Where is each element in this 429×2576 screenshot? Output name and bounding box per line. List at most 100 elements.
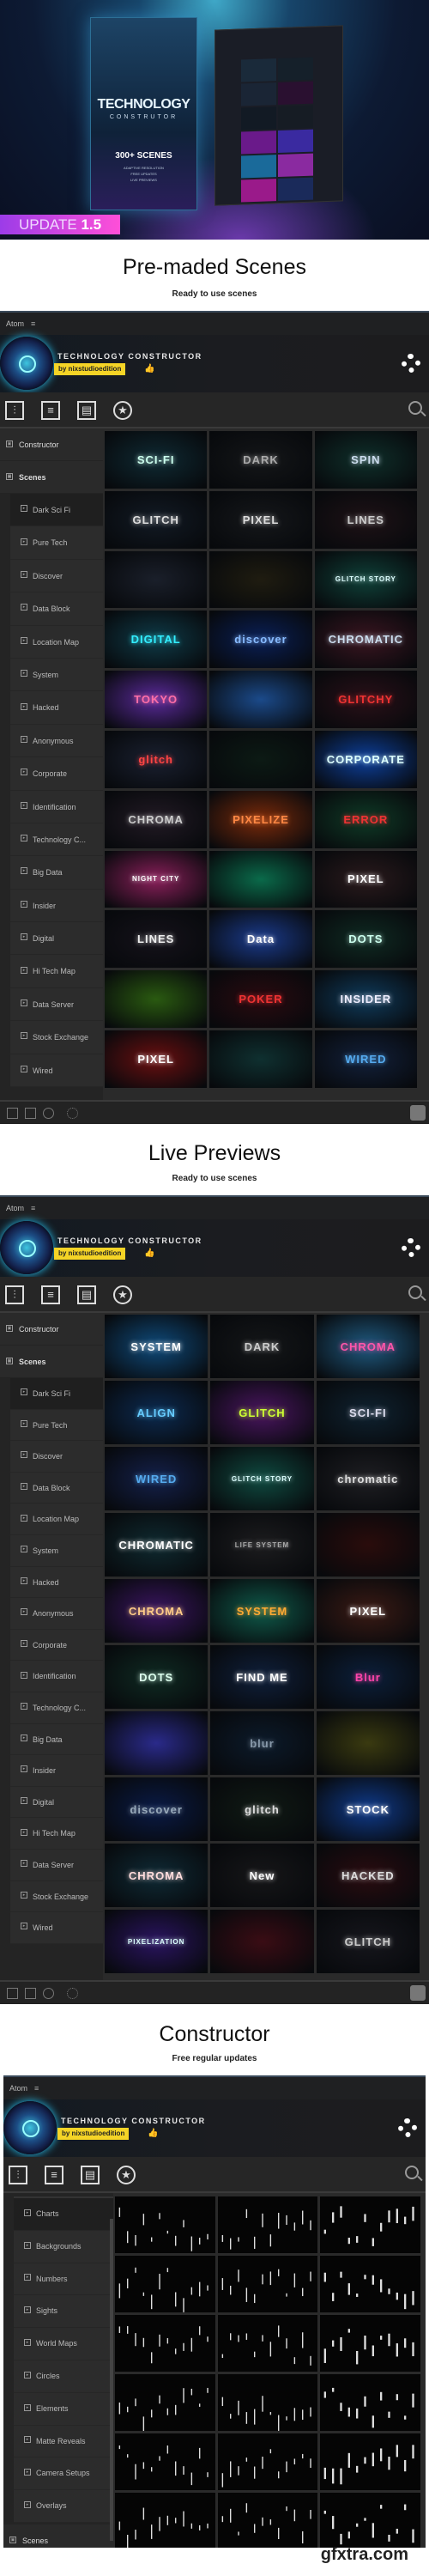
sidebar-item-hi-tech-map[interactable]: ▸ Hi Tech Map [10,955,103,988]
document-icon[interactable]: ▤ [81,2166,100,2184]
sidebar-item-scenes[interactable]: ▣ Scenes [0,1346,103,1378]
sidebar-item-data-block[interactable]: ▸ Data Block [10,1472,103,1504]
scene-thumbnail[interactable]: CHROMA [316,1315,420,1378]
scene-thumbnail[interactable]: SCI-FI [316,1381,420,1444]
star-icon[interactable]: ★ [117,2166,136,2184]
atom-logo-icon[interactable] [410,1105,426,1121]
sidebar-item-technology-c[interactable]: ▸ Technology C... [10,823,103,857]
grid-icon[interactable] [25,1988,36,1999]
author-badge[interactable]: by nixstudioedition [57,2128,130,2140]
sidebar-item-insider[interactable]: ▸ Insider [10,889,103,923]
scene-thumbnail[interactable]: SCI-FI [105,431,208,489]
scene-thumbnail[interactable] [209,671,312,728]
author-badge[interactable]: by nixstudioedition [54,1248,126,1260]
sidebar-item-matte-reveals[interactable]: ▸ Matte Reveals [14,2425,113,2458]
scene-thumbnail[interactable]: discover [209,611,312,669]
sliders-icon[interactable]: ⫶ [9,2166,27,2184]
sidebar-item-insider[interactable]: ▸ Insider [10,1755,103,1787]
scene-thumbnail[interactable] [115,2433,215,2490]
sidebar-item-system[interactable]: ▸ System [10,658,103,692]
scene-thumbnail[interactable] [105,970,208,1028]
scene-thumbnail[interactable]: PIXEL [316,1579,420,1643]
sidebar-item-data-server[interactable]: ▸ Data Server [10,1849,103,1881]
scene-thumbnail[interactable]: POKER [209,970,312,1028]
play-icon[interactable] [43,1988,54,1999]
list-icon[interactable]: ≡ [41,1285,60,1304]
scene-thumbnail[interactable] [209,730,312,788]
thumbs-up-icon[interactable]: 👍 [144,364,154,374]
scene-thumbnail[interactable] [320,2493,420,2548]
sidebar-item-stock-exchange[interactable]: ▸ Stock Exchange [10,1880,103,1913]
sidebar-item-constructor[interactable]: ▣ Constructor [0,428,103,461]
scene-thumbnail[interactable]: CHROMATIC [105,1513,208,1577]
sidebar-item-technology-c[interactable]: ▸ Technology C... [10,1692,103,1724]
scene-thumbnail[interactable] [115,2493,215,2548]
scene-thumbnail[interactable]: GLITCH [105,490,208,549]
sidebar-item-data-block[interactable]: ▸ Data Block [10,592,103,626]
scene-thumbnail[interactable]: PIXEL [209,490,312,549]
gear-icon[interactable] [67,1988,78,1999]
star-icon[interactable]: ★ [113,1285,132,1304]
sidebar-item-circles[interactable]: ▸ Circles [14,2360,113,2393]
scene-thumbnail[interactable]: PIXELIZE [209,790,312,848]
scene-thumbnail[interactable]: discover [105,1777,208,1841]
sidebar-item-anonymous[interactable]: ▸ Anonymous [10,724,103,758]
sidebar-item-backgrounds[interactable]: ▸ Backgrounds [14,2230,113,2263]
sidebar-item-numbers[interactable]: ▸ Numbers [14,2263,113,2296]
scene-thumbnail[interactable]: INSIDER [314,970,417,1028]
sidebar-item-corporate[interactable]: ▸ Corporate [10,757,103,791]
sidebar-item-pure-tech[interactable]: ▸ Pure Tech [10,1409,103,1442]
sidebar-item-wired[interactable]: ▸ Wired [10,1912,103,1944]
scene-thumbnail[interactable]: ALIGN [105,1381,208,1444]
scene-thumbnail[interactable]: ERROR [314,790,417,848]
scene-thumbnail[interactable]: GLITCH STORY [210,1447,314,1510]
document-icon[interactable]: ▤ [77,401,96,420]
sidebar-item-charts[interactable]: ▸ Charts [14,2198,113,2231]
sidebar-item-world-maps[interactable]: ▸ World Maps [14,2328,113,2360]
panel-icon[interactable] [7,1988,18,1999]
sidebar-item-scenes[interactable]: ▣ Scenes [0,461,103,494]
sliders-icon[interactable]: ⫶ [5,1285,24,1304]
scene-thumbnail[interactable]: FIND ME [210,1645,314,1709]
scene-thumbnail[interactable]: New [210,1844,314,1907]
scene-thumbnail[interactable]: glitch [105,730,208,788]
atom-logo-icon[interactable] [410,1985,426,2001]
scene-thumbnail[interactable]: WIRED [105,1447,208,1510]
play-icon[interactable] [43,1108,54,1119]
sidebar-item-dark-sci-fi[interactable]: ▸ Dark Sci Fi [10,1378,103,1410]
sidebar-item-location-map[interactable]: ▸ Location Map [10,1504,103,1535]
scene-thumbnail[interactable] [105,1711,208,1775]
sidebar-item-hacked[interactable]: ▸ Hacked [10,691,103,725]
hamburger-menu-icon[interactable]: ≡ [31,1204,35,1212]
scene-thumbnail[interactable]: SYSTEM [105,1315,208,1378]
scene-thumbnail[interactable]: STOCK [316,1777,420,1841]
sidebar-item-big-data[interactable]: ▸ Big Data [10,1723,103,1756]
scene-thumbnail[interactable]: Data [209,910,312,969]
scene-thumbnail[interactable]: DIGITAL [105,611,208,669]
sidebar-item-anonymous[interactable]: ▸ Anonymous [10,1598,103,1630]
scene-thumbnail[interactable]: CHROMA [105,1844,208,1907]
scene-thumbnail[interactable] [105,550,208,609]
lifebuoy-help-icon[interactable] [398,2118,417,2137]
sidebar-item-digital[interactable]: ▸ Digital [10,922,103,956]
scene-thumbnail[interactable] [217,2374,318,2431]
scene-thumbnail[interactable] [209,550,312,609]
scene-thumbnail[interactable]: chromatic [316,1447,420,1510]
scene-thumbnail[interactable]: GLITCH [210,1381,314,1444]
author-badge[interactable]: by nixstudioedition [54,363,126,375]
scene-thumbnail[interactable]: blur [210,1711,314,1775]
scene-thumbnail[interactable] [217,2315,318,2372]
search-icon[interactable] [408,1285,422,1299]
scene-thumbnail[interactable] [217,2493,318,2548]
scene-thumbnail[interactable]: GLITCH STORY [314,550,417,609]
sidebar-item-scenes[interactable]: ▣ Scenes [3,2524,113,2548]
hamburger-menu-icon[interactable]: ≡ [31,319,35,328]
scene-thumbnail[interactable]: HACKED [316,1844,420,1907]
sidebar-item-identification[interactable]: ▸ Identification [10,1661,103,1692]
scene-thumbnail[interactable] [316,1513,420,1577]
scene-thumbnail[interactable] [320,2433,420,2490]
thumbs-up-icon[interactable]: 👍 [144,1249,154,1258]
scene-thumbnail[interactable] [115,2196,215,2253]
scene-thumbnail[interactable] [316,1711,420,1775]
sidebar-scrollbar[interactable] [110,2219,113,2541]
